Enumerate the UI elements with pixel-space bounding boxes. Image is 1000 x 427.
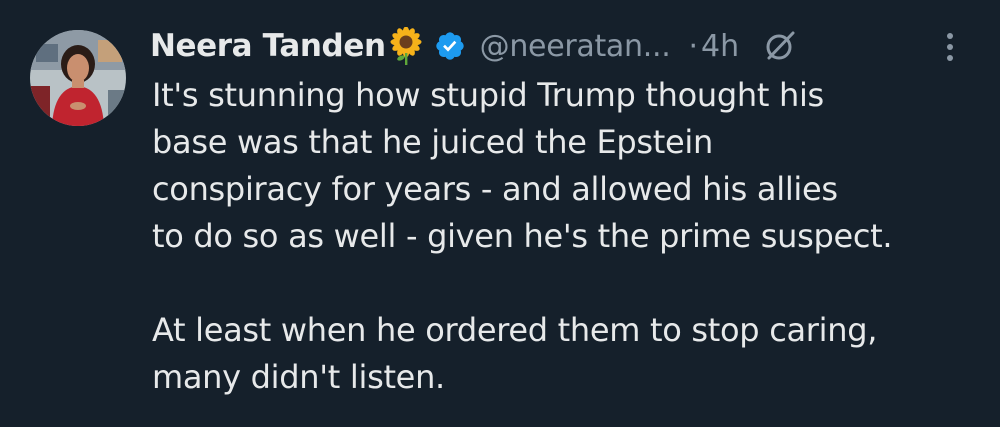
tweet-text: It's stunning how stupid Trump thought h… xyxy=(152,72,992,401)
tweet[interactable]: Neera Tanden @neeratan... · 4h It's stun… xyxy=(0,0,1000,427)
tweet-line: It's stunning how stupid Trump thought h… xyxy=(152,76,824,114)
separator-dot: · xyxy=(688,28,698,64)
avatar[interactable] xyxy=(30,30,126,126)
sunflower-icon xyxy=(390,26,422,65)
verified-badge-icon[interactable] xyxy=(434,30,466,62)
tweet-time[interactable]: 4h xyxy=(701,29,739,64)
tweet-line: conspiracy for years - and allowed his a… xyxy=(152,170,838,208)
tweet-header: Neera Tanden @neeratan... · 4h xyxy=(150,22,970,70)
author-handle[interactable]: @neeratan... xyxy=(480,29,671,64)
author-name[interactable]: Neera Tanden xyxy=(150,28,386,64)
tweet-line: At least when he ordered them to stop ca… xyxy=(152,311,878,349)
tweet-line: many didn't listen. xyxy=(152,358,445,396)
grok-icon[interactable] xyxy=(763,29,797,63)
tweet-line: base was that he juiced the Epstein xyxy=(152,123,714,161)
tweet-line: to do so as well - given he's the prime … xyxy=(152,217,893,255)
tweet-paragraph-2: At least when he ordered them to stop ca… xyxy=(152,307,992,401)
more-options-button[interactable] xyxy=(930,27,970,67)
more-vertical-icon xyxy=(947,33,953,61)
tweet-paragraph-1: It's stunning how stupid Trump thought h… xyxy=(152,72,992,260)
